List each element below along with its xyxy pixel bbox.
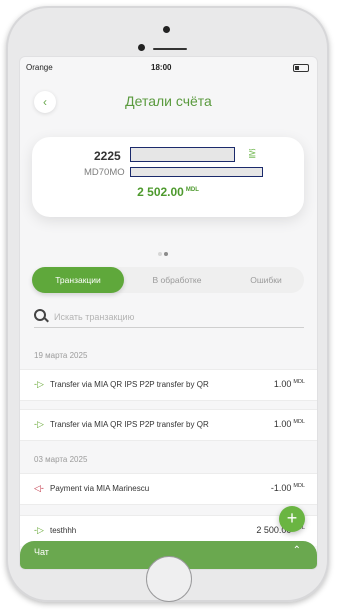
transaction-amount: 1.00 MDL	[274, 419, 305, 429]
card-pager	[157, 243, 169, 261]
amount-value: 1.00	[273, 379, 292, 389]
outgoing-arrow-icon: ◁-	[34, 483, 44, 493]
incoming-arrow-icon: -▷	[34, 525, 44, 535]
iban-redaction	[130, 167, 263, 177]
camera-dot	[163, 26, 170, 33]
battery-icon	[293, 64, 309, 72]
account-balance: 2 502.00 MDL	[32, 185, 304, 199]
transaction-row[interactable]: -▷ Transfer via MIA QR IPS P2P transfer …	[20, 369, 317, 401]
app-screen: Orange 18:00 ‹ Детали счёта 2225 ⪠ MD70M…	[19, 56, 318, 570]
share-icon[interactable]: ⪠	[248, 148, 256, 159]
account-iban: MD70MO	[84, 167, 125, 178]
amount-currency: MDL	[293, 379, 305, 385]
phone-frame: Orange 18:00 ‹ Детали счёта 2225 ⪠ MD70M…	[6, 6, 329, 602]
amount-currency: MDL	[293, 483, 305, 489]
transaction-label: Payment via MIA Marinescu	[50, 484, 150, 493]
tab-processing[interactable]: В обработке	[130, 267, 224, 293]
transaction-row[interactable]: ◁- Payment via MIA Marinescu -1.00 MDL	[20, 473, 317, 505]
transaction-label: Transfer via MIA QR IPS P2P transfer by …	[50, 420, 209, 429]
transaction-label: Transfer via MIA QR IPS P2P transfer by …	[50, 380, 209, 389]
home-button[interactable]	[146, 556, 192, 602]
balance-currency: MDL	[185, 187, 199, 193]
amount-value: -1.00	[270, 483, 292, 493]
search-icon	[34, 309, 46, 321]
page-title: Детали счёта	[125, 93, 212, 109]
status-bar: Orange 18:00	[20, 57, 317, 77]
account-number: 2225	[94, 149, 121, 163]
clock: 18:00	[151, 63, 172, 72]
transaction-row[interactable]: -▷ Transfer via MIA QR IPS P2P transfer …	[20, 409, 317, 441]
account-number-redaction	[130, 147, 235, 162]
amount-value: 1.00	[273, 419, 292, 429]
balance-amount: 2 502.00	[137, 185, 184, 199]
amount-currency: MDL	[293, 419, 305, 425]
transaction-amount: 1.00 MDL	[274, 379, 305, 389]
pager-dot[interactable]	[158, 252, 162, 256]
carrier-label: Orange	[26, 63, 53, 72]
add-button[interactable]: +	[279, 506, 305, 532]
front-camera	[138, 44, 145, 51]
tab-errors[interactable]: Ошибки	[228, 267, 304, 293]
transaction-label: testhhh	[50, 526, 77, 535]
plus-icon: +	[286, 508, 298, 528]
pager-dot-active[interactable]	[164, 252, 168, 256]
tab-transactions[interactable]: Транзакции	[32, 267, 124, 293]
account-card: 2225 ⪠ MD70MO 2 502.00 MDL	[32, 137, 304, 217]
search-input[interactable]	[52, 307, 296, 327]
date-header: 19 марта 2025	[34, 351, 88, 360]
chevron-up-icon: ⌃	[292, 545, 301, 556]
incoming-arrow-icon: -▷	[34, 419, 44, 429]
date-header: 03 марта 2025	[34, 455, 88, 464]
speaker-grille	[153, 48, 187, 50]
incoming-arrow-icon: -▷	[34, 379, 44, 389]
search-bar	[34, 307, 304, 328]
transaction-amount: -1.00 MDL	[271, 483, 305, 493]
chat-label: Чат	[34, 547, 49, 557]
tab-bar: Транзакции В обработке Ошибки	[32, 267, 304, 293]
